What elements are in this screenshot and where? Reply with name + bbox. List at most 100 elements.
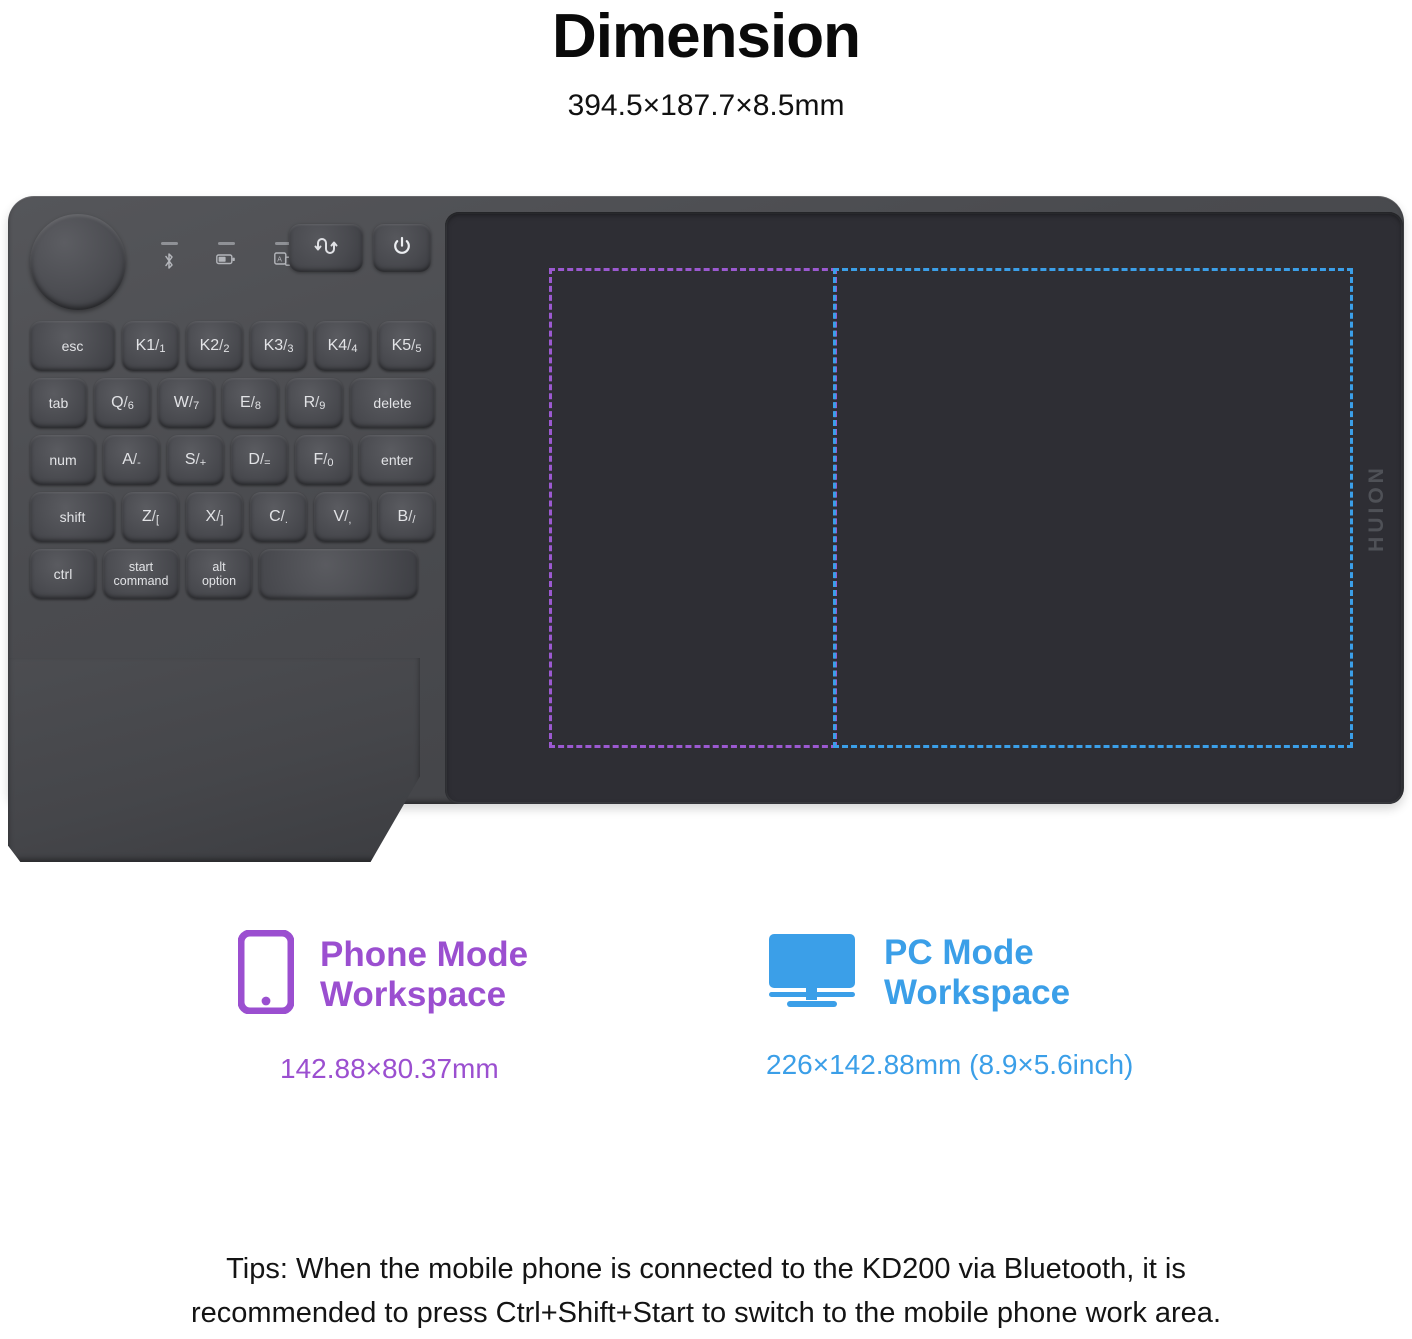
key-label-group: S / + (185, 451, 206, 469)
led-dash (217, 242, 235, 245)
key-space[interactable] (259, 549, 418, 599)
key-label-divider: / (151, 508, 156, 525)
led-dash (160, 242, 178, 245)
key-label-alt: - (137, 457, 141, 469)
key-label-group: A / - (122, 451, 141, 469)
key-label-group: Z /[ (142, 508, 159, 526)
key-label-divider: / (323, 451, 328, 468)
legend-group: Phone Mode Workspace 142.88×80.37mm PC M… (0, 929, 1412, 1085)
key-row: ctrl start command alt option (30, 549, 436, 599)
key-label: E (240, 394, 251, 411)
key-label: X (205, 508, 217, 525)
key-row: num A / - S / + D / = F/0 enter (30, 435, 436, 485)
power-button[interactable] (373, 224, 431, 272)
key-label: B (397, 508, 409, 525)
key-k4[interactable]: K4/4 (314, 321, 371, 371)
key-label-divider: / (315, 394, 320, 411)
key-label: F (313, 451, 324, 468)
key-esc[interactable]: esc (30, 321, 115, 371)
key-label: num (49, 452, 77, 468)
key-label-alt: , (348, 514, 352, 526)
key-label-group: R/9 (304, 394, 326, 412)
key-start[interactable]: start command (103, 549, 179, 599)
key-k1[interactable]: K1/1 (122, 321, 179, 371)
svg-text:A: A (277, 256, 282, 263)
key-label-alt: 8 (254, 400, 261, 412)
key-label-alt: 4 (351, 343, 358, 355)
key-label: R (303, 394, 316, 411)
key-a[interactable]: A / - (103, 435, 160, 485)
key-label: W (173, 394, 189, 411)
key-label-divider: / (155, 337, 160, 354)
key-r[interactable]: R/9 (286, 378, 343, 428)
key-label-alt: 7 (193, 400, 200, 412)
drawing-panel[interactable]: HUION (445, 212, 1403, 804)
phone-work-area-outline (549, 268, 837, 748)
key-alt[interactable]: alt option (186, 549, 252, 599)
key-label-alt: 0 (327, 457, 334, 469)
legend-title: PC Mode Workspace (884, 933, 1070, 1011)
key-label: D (248, 451, 260, 468)
key-label: K1 (135, 337, 156, 354)
key-label-group: V /, (334, 508, 352, 526)
key-delete[interactable]: delete (350, 378, 435, 428)
key-label-divider: / (250, 394, 255, 411)
legend-header: PC Mode Workspace (766, 930, 1246, 1015)
key-label: K5 (391, 337, 412, 354)
key-label-group: E/8 (240, 394, 261, 412)
wrist-rest (8, 658, 420, 862)
key-k2[interactable]: K2/2 (186, 321, 243, 371)
key-label-divider: / (195, 451, 200, 468)
key-enter[interactable]: enter (359, 435, 435, 485)
key-b[interactable]: B / / (378, 492, 435, 542)
key-label-alt: . (284, 514, 288, 526)
legend-title-line1: PC Mode (884, 933, 1034, 973)
key-d[interactable]: D / = (231, 435, 288, 485)
key-label: K3 (263, 337, 284, 354)
key-k5[interactable]: K5/5 (378, 321, 435, 371)
key-shift[interactable]: shift (30, 492, 115, 542)
tips-note: Tips: When the mobile phone is connected… (0, 1248, 1412, 1335)
key-w[interactable]: W/7 (158, 378, 215, 428)
key-label-alt: 6 (127, 400, 134, 412)
key-label-group: Q/6 (111, 394, 134, 412)
key-s[interactable]: S / + (167, 435, 224, 485)
key-num[interactable]: num (30, 435, 96, 485)
key-label-divider: / (280, 508, 285, 525)
key-z[interactable]: Z /[ (122, 492, 179, 542)
key-f[interactable]: F/0 (295, 435, 352, 485)
key-label-alt: ] (220, 514, 224, 526)
legend-title: Phone Mode Workspace (320, 935, 528, 1013)
key-tab[interactable]: tab (30, 378, 87, 428)
key-label-group: F/0 (313, 451, 333, 469)
key-q[interactable]: Q/6 (94, 378, 151, 428)
rotary-dial[interactable] (30, 214, 126, 310)
keyboard: esc K1/1 K2/2 K3/3 K4/4 K5/5 tab Q/6 W/7 E/8 R/9 de… (30, 321, 436, 606)
key-k3[interactable]: K3/3 (250, 321, 307, 371)
indicator-bluetooth (156, 242, 182, 275)
tips-line2: recommended to press Ctrl+Shift+Start to… (191, 1296, 1221, 1329)
key-label-divider: / (344, 508, 349, 525)
key-label-divider: / (219, 337, 224, 354)
key-row: esc K1/1 K2/2 K3/3 K4/4 K5/5 (30, 321, 436, 371)
key-label-divider: / (216, 508, 221, 525)
key-label: alt (212, 560, 226, 574)
key-v[interactable]: V /, (314, 492, 371, 542)
legend-header: Phone Mode Workspace (237, 929, 678, 1019)
key-e[interactable]: E/8 (222, 378, 279, 428)
key-label-divider: / (347, 337, 352, 354)
monitor-icon (766, 930, 858, 1015)
battery-icon (216, 252, 236, 271)
page-title: Dimension (552, 2, 861, 71)
key-c[interactable]: C /. (250, 492, 307, 542)
key-label-divider: / (283, 337, 288, 354)
key-label: shift (59, 509, 86, 525)
page-subtitle: 394.5×187.7×8.5mm (567, 89, 845, 123)
key-x[interactable]: X /] (186, 492, 243, 542)
key-ctrl[interactable]: ctrl (30, 549, 96, 599)
key-label-group: K3/3 (264, 337, 294, 355)
key-label-group: K4/4 (328, 337, 358, 355)
switch-mode-button[interactable] (289, 224, 363, 272)
key-label: Z (141, 508, 152, 525)
power-icon (392, 236, 412, 261)
